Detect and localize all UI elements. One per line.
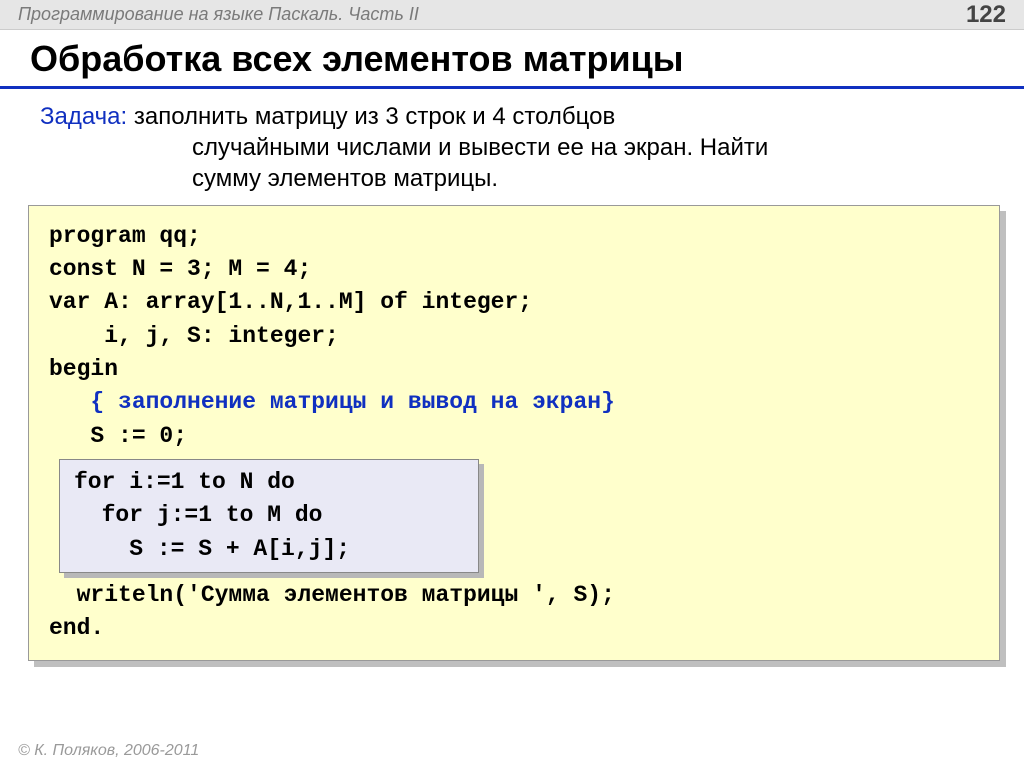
inner-line-1: for i:=1 to N do xyxy=(74,466,464,499)
inner-code-box: for i:=1 to N do for j:=1 to M do S := S… xyxy=(59,459,479,573)
footer-copyright: © К. Поляков, 2006-2011 xyxy=(18,742,199,760)
inner-line-3: S := S + A[i,j]; xyxy=(74,533,464,566)
task-line2: случайными числами и вывести ее на экран… xyxy=(40,132,984,163)
code-line-9: end. xyxy=(49,612,979,645)
page-title: Обработка всех элементов матрицы xyxy=(0,30,1024,86)
inner-line-2: for j:=1 to M do xyxy=(74,499,464,532)
code-line-5: begin xyxy=(49,353,979,386)
code-line-8: writeln('Сумма элементов матрицы ', S); xyxy=(49,579,979,612)
code-line-7: S := 0; xyxy=(49,420,979,453)
inner-code-container: for i:=1 to N do for j:=1 to M do S := S… xyxy=(59,459,479,573)
code-line-3: var A: array[1..N,1..M] of integer; xyxy=(49,286,979,319)
task-line1: заполнить матрицу из 3 строк и 4 столбцо… xyxy=(127,103,615,130)
page-number: 122 xyxy=(966,1,1006,29)
course-title: Программирование на языке Паскаль. Часть… xyxy=(18,4,419,25)
task-line3: сумму элементов матрицы. xyxy=(40,163,984,194)
code-box: program qq; const N = 3; M = 4; var A: a… xyxy=(28,205,1000,661)
header-bar: Программирование на языке Паскаль. Часть… xyxy=(0,0,1024,30)
slide: Программирование на языке Паскаль. Часть… xyxy=(0,0,1024,768)
task-block: Задача: заполнить матрицу из 3 строк и 4… xyxy=(0,97,1024,205)
code-line-comment: { заполнение матрицы и вывод на экран} xyxy=(49,386,979,419)
title-underline xyxy=(0,86,1024,89)
code-container: program qq; const N = 3; M = 4; var A: a… xyxy=(28,205,1000,661)
task-label: Задача: xyxy=(40,103,127,130)
code-line-2: const N = 3; M = 4; xyxy=(49,253,979,286)
code-line-4: i, j, S: integer; xyxy=(49,320,979,353)
code-line-1: program qq; xyxy=(49,220,979,253)
